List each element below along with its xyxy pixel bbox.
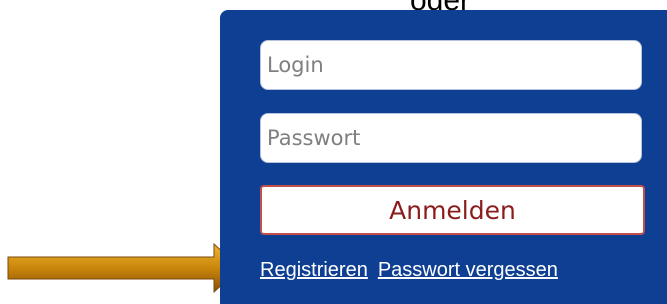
password-field[interactable] (260, 113, 642, 163)
login-input[interactable] (267, 53, 635, 77)
login-button[interactable]: Anmelden (260, 185, 645, 235)
register-link[interactable]: Registrieren (260, 259, 368, 282)
login-panel: Anmelden Registrieren Passwort vergessen (220, 10, 667, 304)
password-input[interactable] (267, 126, 635, 150)
arrow-right-icon (7, 242, 241, 294)
auth-links: Registrieren Passwort vergessen (260, 255, 558, 285)
login-field[interactable] (260, 40, 642, 90)
forgot-password-link[interactable]: Passwort vergessen (378, 259, 558, 282)
